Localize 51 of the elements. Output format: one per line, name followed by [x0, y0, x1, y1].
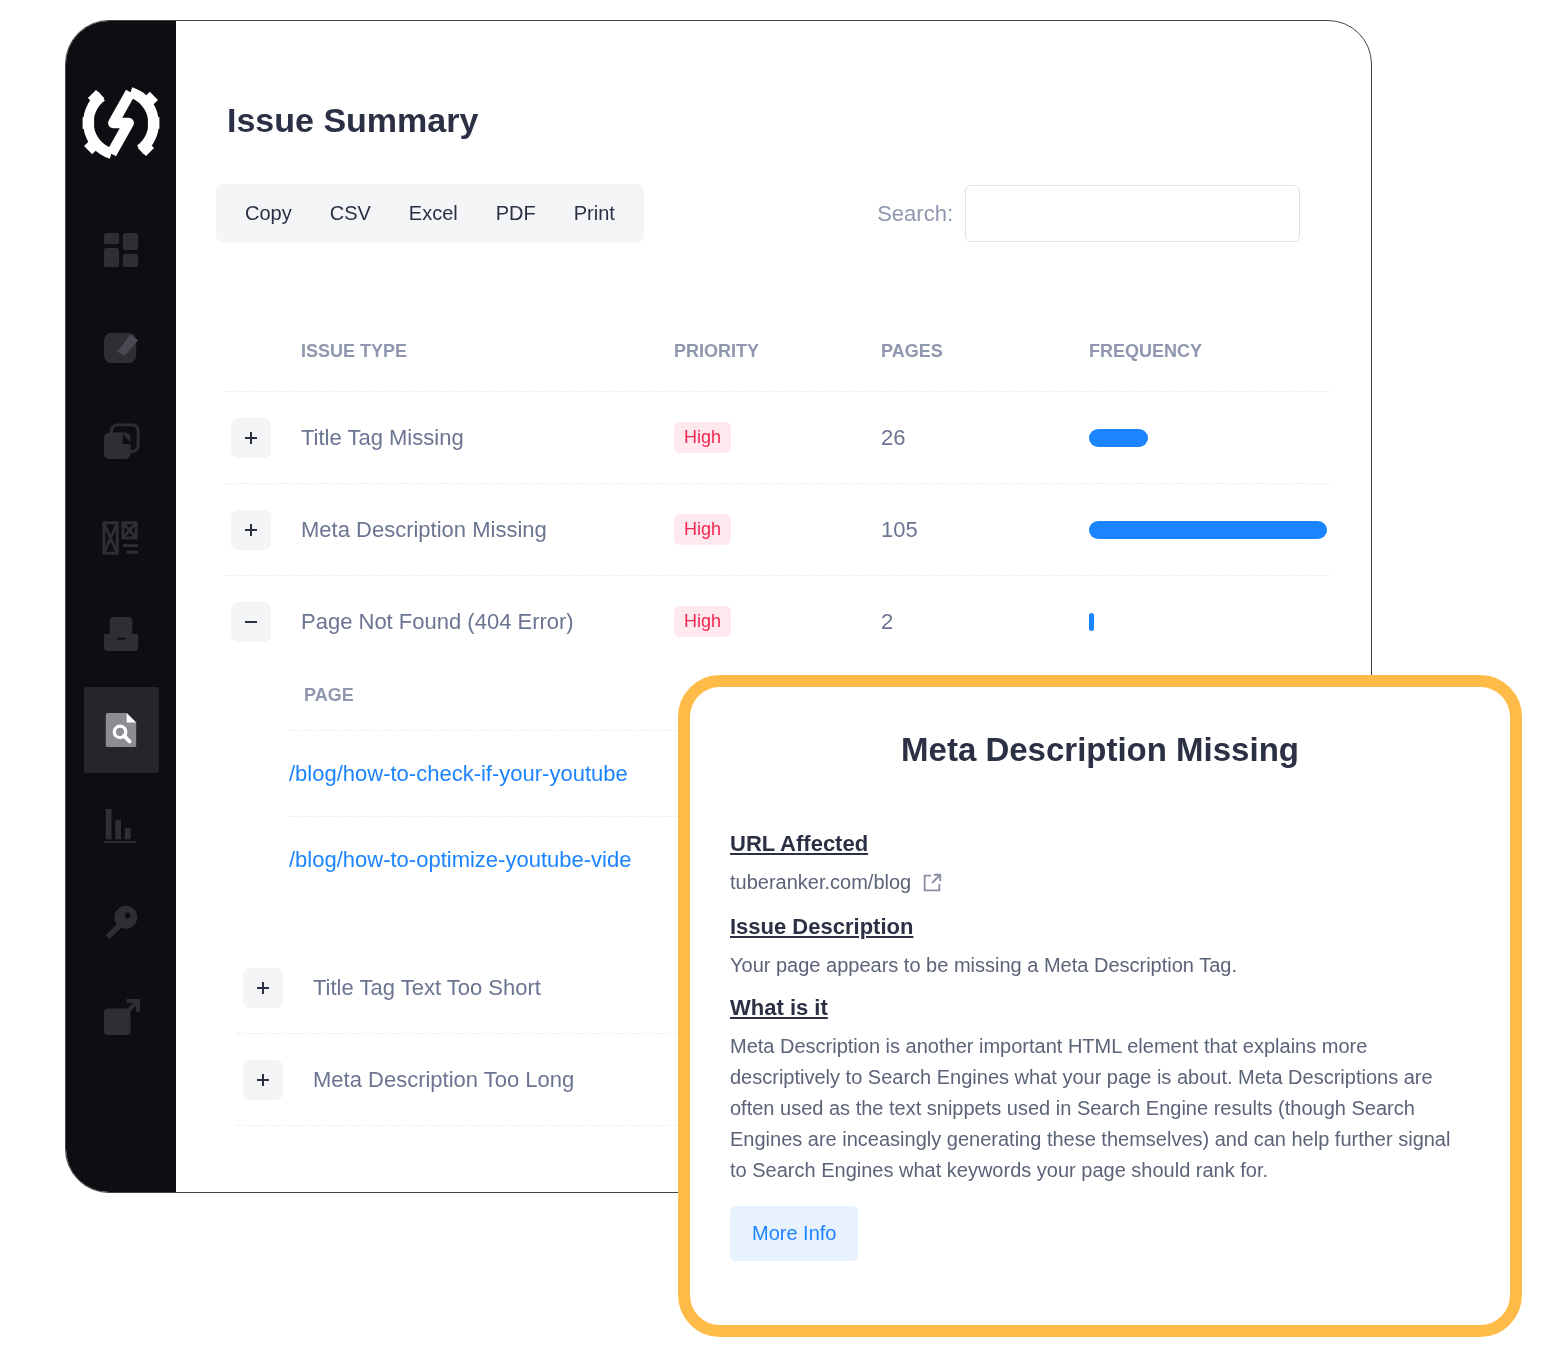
export-button[interactable]: PDF: [481, 193, 550, 234]
popup-title: Meta Description Missing: [900, 731, 1300, 769]
url-text: tuberanker.com/blog: [730, 870, 912, 895]
expand-button[interactable]: [243, 967, 283, 1008]
issue-type-cell-text: Title Tag Text Too Short: [313, 974, 542, 1001]
issue-type-cell-text: Meta Description Too Long: [313, 1066, 576, 1093]
section-text: Your page appears to be missing a Meta Description Tag.: [730, 953, 1238, 978]
section-heading: What is it: [730, 995, 828, 1021]
plus-icon: [243, 521, 259, 538]
export-button[interactable]: CSV: [315, 193, 385, 234]
plus-icon: [255, 1071, 271, 1088]
wireframe-icon: [102, 519, 140, 557]
collapse-button[interactable]: [231, 601, 271, 642]
external-link-icon: [102, 999, 140, 1037]
column-header: FREQUENCY: [1089, 340, 1203, 362]
plus-icon: [243, 429, 259, 446]
page-link[interactable]: /blog/how-to-optimize-youtube-vide: [289, 846, 632, 873]
inbox-icon: [102, 615, 140, 653]
search-field[interactable]: [965, 185, 1300, 242]
sidebar-nav-item[interactable]: [83, 687, 159, 773]
priority-badge: High: [674, 606, 732, 637]
page-title: Issue Summary: [227, 101, 480, 140]
search-label: Search:: [877, 200, 953, 227]
issue-type-cell-text: Meta Description Missing: [301, 516, 548, 543]
issue-type-cell-text: Title Tag Missing: [301, 424, 465, 451]
dashboard-icon: [102, 231, 140, 269]
plus-icon: [255, 979, 271, 996]
expand-button[interactable]: [243, 1059, 283, 1100]
pages-cell: 105: [881, 516, 918, 542]
external-link-icon[interactable]: [921, 871, 944, 894]
column-header: PAGES: [881, 340, 944, 362]
section-heading: URL Affected: [730, 831, 869, 857]
copy-icon: [102, 423, 140, 461]
priority-badge: High: [674, 514, 732, 545]
expand-button[interactable]: [231, 509, 271, 550]
expand-button[interactable]: [231, 417, 271, 458]
export-button[interactable]: Print: [559, 193, 629, 234]
minus-icon: [245, 620, 257, 623]
section-heading: Issue Description: [730, 914, 914, 940]
section-text: Meta Description is another important HTML element that explains more descriptively to Search Engines what your page is about. Meta Descriptions are often used as the text snippets used in Search Engine results (though Search Engines are inceasingly generating these themselves) and can help further signal to Search Engines what keywords your page should rank for.: [730, 1034, 1452, 1183]
pages-cell: 2: [881, 608, 894, 634]
issue-type-cell-text: Page Not Found (404 Error): [301, 608, 575, 635]
column-header: PRIORITY: [674, 340, 760, 362]
frequency-bar: [1089, 428, 1148, 447]
pages-cell: 26: [881, 424, 906, 450]
frequency-bar: [1089, 612, 1094, 631]
priority-badge: High: [674, 422, 732, 453]
export-button[interactable]: Excel: [394, 193, 472, 234]
column-header: ISSUE TYPE: [301, 340, 409, 362]
page-link[interactable]: /blog/how-to-check-if-your-youtube: [289, 760, 628, 787]
export-button[interactable]: Copy: [231, 193, 306, 234]
